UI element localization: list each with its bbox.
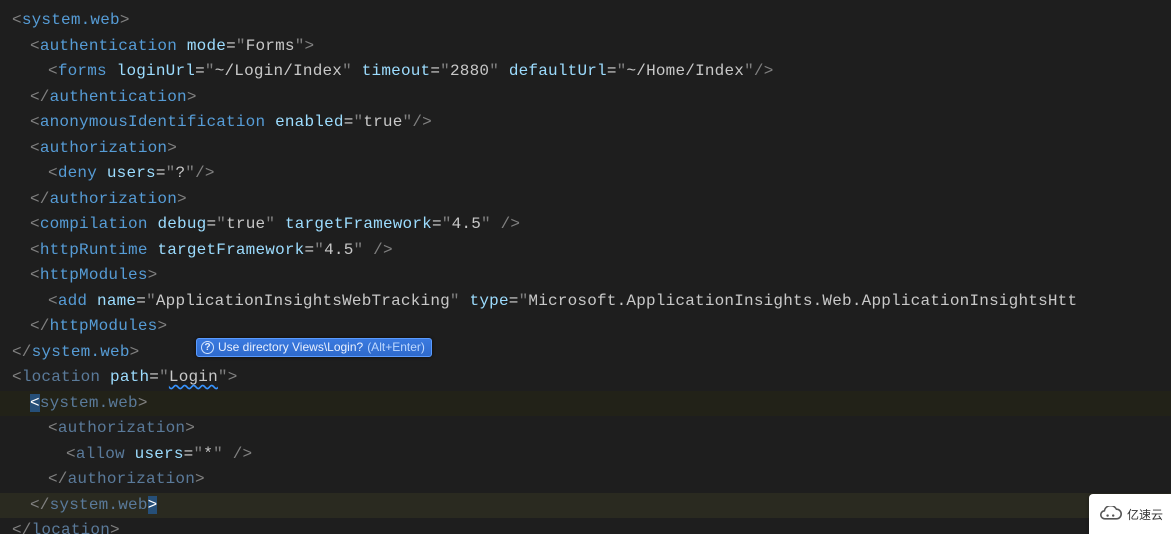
code-editor[interactable]: <system.web><authentication mode="Forms"… xyxy=(0,0,1171,534)
code-line[interactable]: <authorization> xyxy=(0,416,1171,442)
code-line[interactable]: <compilation debug="true" targetFramewor… xyxy=(0,212,1171,238)
code-line[interactable]: </authorization> xyxy=(0,467,1171,493)
code-line[interactable]: <deny users="?"/> xyxy=(0,161,1171,187)
logo-text: 亿速云 xyxy=(1127,506,1163,523)
code-line[interactable]: <allow users="*" /> xyxy=(0,442,1171,468)
watermark-logo: 亿速云 xyxy=(1089,494,1171,534)
code-line[interactable]: <anonymousIdentification enabled="true"/… xyxy=(0,110,1171,136)
hint-shortcut: (Alt+Enter) xyxy=(367,340,425,354)
code-line[interactable]: <system.web> xyxy=(0,391,1171,417)
code-line[interactable]: <location path="Login"> xyxy=(0,365,1171,391)
code-line[interactable]: <httpRuntime targetFramework="4.5" /> xyxy=(0,238,1171,264)
code-line[interactable]: <httpModules> xyxy=(0,263,1171,289)
code-line[interactable]: <authorization> xyxy=(0,136,1171,162)
question-icon: ? xyxy=(201,341,214,354)
code-line[interactable]: </httpModules> xyxy=(0,314,1171,340)
code-line[interactable]: </authorization> xyxy=(0,187,1171,213)
cloud-icon xyxy=(1097,506,1123,522)
code-line[interactable]: <add name="ApplicationInsightsWebTrackin… xyxy=(0,289,1171,315)
hint-text: Use directory Views\Login? xyxy=(218,340,363,354)
code-line[interactable]: <forms loginUrl="~/Login/Index" timeout=… xyxy=(0,59,1171,85)
code-line[interactable]: <authentication mode="Forms"> xyxy=(0,34,1171,60)
quickfix-hint[interactable]: ? Use directory Views\Login? (Alt+Enter) xyxy=(196,338,432,357)
code-line[interactable]: </location> xyxy=(0,518,1171,534)
code-line[interactable]: </authentication> xyxy=(0,85,1171,111)
code-line[interactable]: </system.web> xyxy=(0,493,1171,519)
code-line[interactable]: <system.web> xyxy=(0,8,1171,34)
code-line[interactable]: </system.web> xyxy=(0,340,1171,366)
